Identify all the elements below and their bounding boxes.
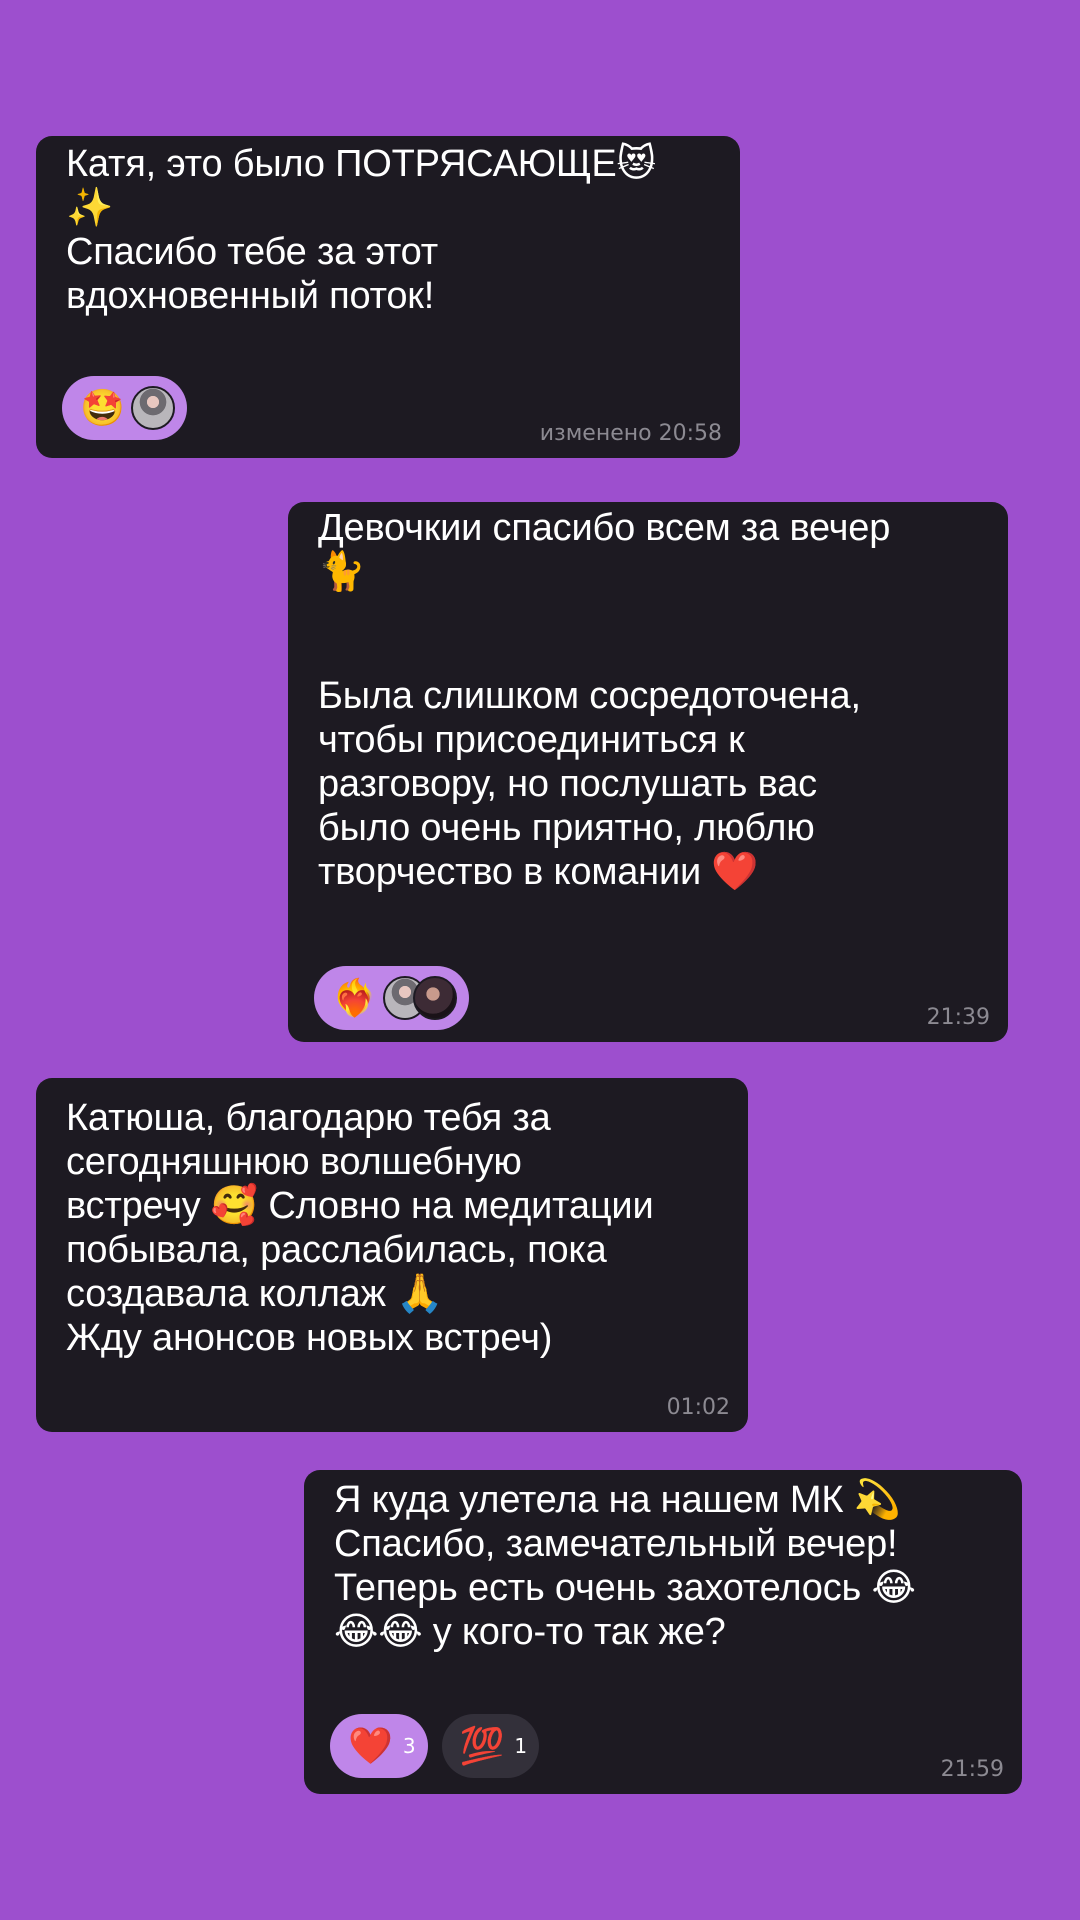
- message-text: ✨: [66, 187, 114, 229]
- message-bubble[interactable]: Девочкии спасибо всем за вечер 🐈 Была сл…: [288, 502, 1008, 1042]
- message-timestamp: 21:39: [926, 1005, 990, 1030]
- message-timestamp: 21:59: [940, 1757, 1004, 1782]
- message-text: Катя, это было ПОТРЯСАЮЩЕ😻: [66, 143, 656, 185]
- message-text: Я куда улетела на нашем МК 💫: [334, 1479, 901, 1521]
- message-bubble[interactable]: Катя, это было ПОТРЯСАЮЩЕ😻 ✨ Спасибо теб…: [36, 136, 740, 458]
- message-text: Девочкии спасибо всем за вечер: [318, 507, 891, 549]
- reaction-heart-button[interactable]: ❤️ 3: [330, 1714, 428, 1778]
- message-timestamp: 01:02: [666, 1395, 730, 1420]
- hundred-points-emoji-icon: 💯: [459, 1725, 505, 1766]
- message-text: было очень приятно, люблю: [318, 807, 815, 849]
- avatar: [130, 386, 175, 430]
- message-text: 😂😂 у кого-то так же?: [334, 1611, 726, 1653]
- heart-on-fire-emoji-icon: ❤️‍🔥: [332, 977, 377, 1018]
- star-struck-emoji-icon: 🤩: [80, 387, 125, 428]
- message-text: Спасибо тебе за этот: [66, 231, 438, 273]
- message-bubble[interactable]: Катюша, благодарю тебя за сегодняшнюю во…: [36, 1078, 748, 1432]
- message-bubble[interactable]: Я куда улетела на нашем МК 💫 Спасибо, за…: [304, 1470, 1022, 1794]
- reaction-count: 1: [514, 1734, 528, 1758]
- message-text: творчество в комании ❤️: [318, 851, 759, 893]
- message-text: встречу 🥰 Словно на медитации: [66, 1185, 654, 1227]
- message-text: Была слишком сосредоточена,: [318, 675, 861, 717]
- message-text: сегодняшнюю волшебную: [66, 1141, 522, 1183]
- reaction-hundred-button[interactable]: 💯 1: [441, 1714, 540, 1778]
- message-timestamp: изменено 20:58: [539, 421, 722, 446]
- message-text: побывала, расслабилась, пока: [66, 1229, 607, 1271]
- message-text: вдохновенный поток!: [66, 275, 435, 317]
- message-text: 🐈: [318, 551, 366, 593]
- message-text: чтобы присоединиться к: [318, 719, 745, 761]
- message-text: Теперь есть очень захотелось 😂: [334, 1567, 916, 1609]
- reaction-button[interactable]: ❤️‍🔥: [314, 966, 469, 1030]
- message-text: Катюша, благодарю тебя за: [66, 1097, 551, 1139]
- heart-emoji-icon: ❤️: [348, 1725, 393, 1766]
- reaction-button[interactable]: 🤩: [62, 376, 187, 440]
- avatar: [412, 976, 457, 1020]
- message-text: Спасибо, замечательный вечер!: [334, 1523, 898, 1565]
- message-text: создавала коллаж 🙏: [66, 1273, 444, 1315]
- message-text: разговору, но послушать вас: [318, 763, 817, 805]
- message-text: Жду анонсов новых встреч): [66, 1317, 553, 1359]
- reaction-count: 3: [402, 1734, 416, 1758]
